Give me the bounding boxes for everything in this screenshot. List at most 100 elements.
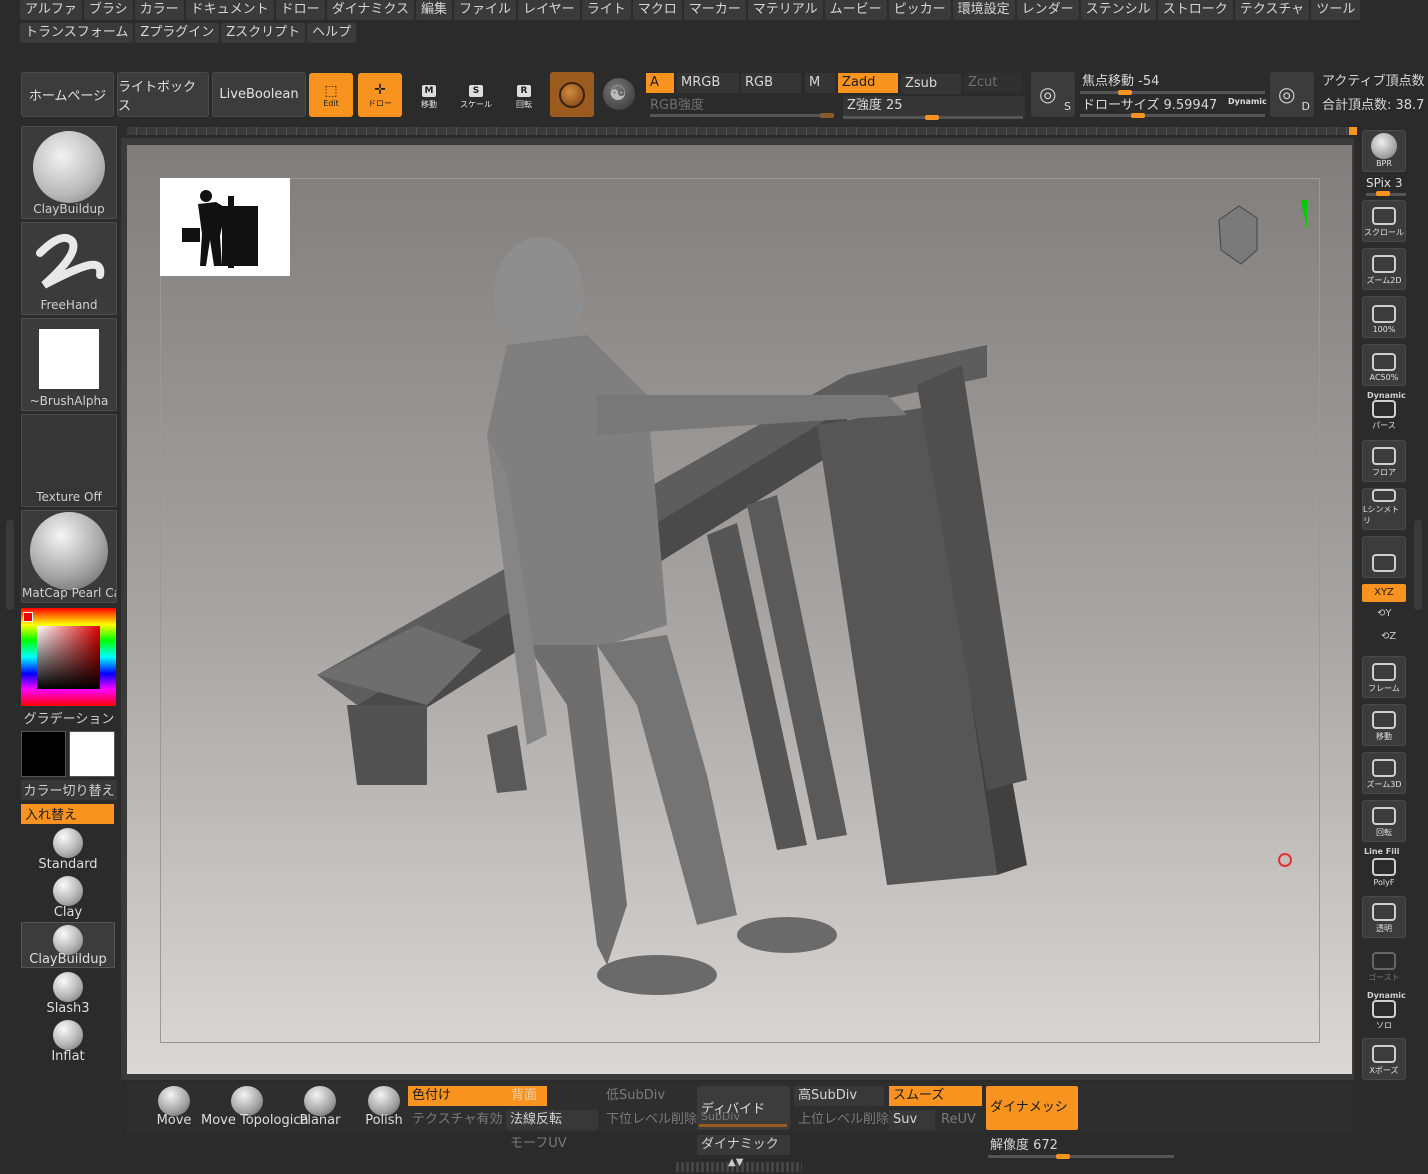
focal-shift-slider[interactable]: 焦点移動 -54 bbox=[1078, 72, 1266, 92]
menu-item[interactable]: Zスクリプト bbox=[221, 23, 306, 43]
resolution-slider[interactable]: 解像度 672 bbox=[986, 1136, 1176, 1156]
solo-button[interactable]: ソロ bbox=[1362, 992, 1406, 1034]
backface-toggle[interactable]: 背面 bbox=[507, 1086, 547, 1106]
menu-item[interactable]: Zプラグイン bbox=[135, 23, 220, 43]
menu-item[interactable]: ファイル bbox=[454, 0, 517, 20]
lock-button[interactable] bbox=[1362, 536, 1406, 578]
perspective-button[interactable]: パース bbox=[1362, 392, 1406, 434]
edit-button[interactable]: ⬚ Edit bbox=[309, 73, 353, 117]
left-tray-handle[interactable] bbox=[6, 520, 14, 610]
a-toggle[interactable]: A bbox=[646, 73, 674, 93]
frame-button[interactable]: フレーム bbox=[1362, 656, 1406, 698]
actual-size-button[interactable]: 100% bbox=[1362, 296, 1406, 338]
menu-item[interactable]: マーカー bbox=[683, 0, 746, 20]
menu-item[interactable]: ステンシル bbox=[1080, 0, 1156, 20]
dynamesh-button[interactable]: ダイナメッシュ bbox=[986, 1086, 1078, 1159]
rgb-toggle[interactable]: RGB bbox=[741, 73, 801, 93]
main-color-swatch[interactable] bbox=[21, 731, 66, 777]
smooth-toggle[interactable]: スムーズ bbox=[889, 1086, 982, 1106]
suv-toggle[interactable]: Suv bbox=[889, 1110, 935, 1130]
bpr-button[interactable]: BPR bbox=[1362, 130, 1406, 172]
menu-item[interactable]: マテリアル bbox=[747, 0, 823, 20]
draw-size-knob[interactable] bbox=[1131, 113, 1145, 118]
brush-inflat[interactable]: Inflat bbox=[21, 1018, 115, 1064]
menu-item[interactable]: ブラシ bbox=[83, 0, 133, 20]
zoom2d-button[interactable]: ズーム2D bbox=[1362, 248, 1406, 290]
draw-size-slider[interactable]: ドローサイズ 9.59947 bbox=[1078, 96, 1228, 116]
menu-item[interactable]: トランスフォーム bbox=[20, 23, 134, 43]
menu-item[interactable]: カラー bbox=[134, 0, 184, 20]
brush-slash3[interactable]: Slash3 bbox=[21, 970, 115, 1016]
zsub-toggle[interactable]: Zsub bbox=[901, 74, 961, 94]
menu-item[interactable]: レイヤー bbox=[518, 0, 580, 20]
zcut-toggle[interactable]: Zcut bbox=[964, 73, 1022, 93]
polyframe-button[interactable]: PolyF bbox=[1362, 848, 1406, 890]
sculptris-s-button[interactable]: ◎ スクロール S bbox=[1031, 72, 1075, 117]
menu-item[interactable]: ドキュメント bbox=[185, 0, 274, 20]
resolution-track[interactable] bbox=[988, 1155, 1174, 1158]
document-canvas[interactable] bbox=[127, 145, 1352, 1074]
brush-claybuildup[interactable]: ClayBuildup bbox=[21, 922, 115, 968]
m-toggle[interactable]: M bbox=[805, 73, 835, 93]
ghost-button[interactable]: ゴースト bbox=[1362, 944, 1406, 986]
reuv-toggle[interactable]: ReUV bbox=[937, 1110, 983, 1130]
texture-on-toggle[interactable]: テクスチャ有効 bbox=[408, 1110, 503, 1130]
menu-item[interactable]: ツール bbox=[1311, 0, 1361, 20]
material-selector[interactable]: MatCap Pearl Ca bbox=[21, 510, 117, 603]
menu-item[interactable]: レンダー bbox=[1016, 0, 1079, 20]
menu-item[interactable]: ピッカー bbox=[888, 0, 951, 20]
menu-item[interactable]: ムービー bbox=[824, 0, 887, 20]
floor-button[interactable]: フロア bbox=[1362, 440, 1406, 482]
draw-d-button[interactable]: ◎ D bbox=[1270, 72, 1314, 117]
morph-uv-button[interactable]: モーフUV bbox=[506, 1134, 598, 1154]
secondary-color-swatch[interactable] bbox=[69, 731, 115, 777]
rgb-intensity-slider[interactable]: RGB強度 bbox=[646, 96, 836, 116]
menu-item[interactable]: マクロ bbox=[632, 0, 682, 20]
spix-slider[interactable]: SPix 3 bbox=[1366, 176, 1402, 190]
menu-item[interactable]: ダイナミクス bbox=[326, 0, 415, 20]
brush-selector[interactable]: ClayBuildup bbox=[21, 126, 117, 219]
switch-color-button[interactable]: カラー切り替え bbox=[21, 780, 117, 800]
material-swatch-button[interactable] bbox=[550, 72, 594, 117]
menu-item[interactable]: ヘルプ bbox=[307, 23, 357, 43]
orientation-gizmo[interactable] bbox=[1207, 178, 1317, 280]
dynamic-subdiv-button[interactable]: ダイナミック bbox=[697, 1135, 790, 1155]
color-picker[interactable] bbox=[21, 608, 116, 706]
swap-button[interactable]: 入れ替え bbox=[21, 804, 114, 824]
scroll-button[interactable]: スクロール bbox=[1362, 200, 1406, 242]
bottom-brush-item[interactable]: Move bbox=[145, 1084, 203, 1128]
rgb-intensity-track[interactable] bbox=[650, 114, 834, 117]
delete-lower-button[interactable]: 下位レベル削除 bbox=[602, 1110, 697, 1130]
bottom-brush-item[interactable]: Move Topologica bbox=[201, 1084, 308, 1128]
hue-marker[interactable] bbox=[23, 612, 33, 622]
mrgb-toggle[interactable]: MRGB bbox=[677, 73, 739, 93]
brush-standard[interactable]: Standard bbox=[21, 826, 115, 872]
flip-normals-button[interactable]: 法線反転 bbox=[506, 1110, 598, 1130]
liveboolean-button[interactable]: LiveBoolean bbox=[212, 72, 306, 117]
bottom-brush-item[interactable]: Polish bbox=[355, 1084, 413, 1128]
alpha-selector[interactable]: ~BrushAlpha bbox=[21, 318, 117, 411]
z-intensity-slider[interactable]: Z強度 25 bbox=[843, 96, 1025, 116]
right-tray-handle[interactable] bbox=[1414, 520, 1422, 610]
xpose-button[interactable]: Xポーズ bbox=[1362, 1038, 1406, 1080]
homepage-button[interactable]: ホームページ bbox=[21, 72, 114, 117]
move-mode-button[interactable]: M 移動 bbox=[408, 76, 450, 118]
lightbox-button[interactable]: ライトボックス bbox=[117, 72, 209, 117]
local-symmetry-button[interactable]: Lシンメトリ bbox=[1362, 488, 1406, 530]
menu-item[interactable]: ドロー bbox=[275, 0, 325, 20]
spix-knob[interactable] bbox=[1376, 191, 1390, 196]
menu-item[interactable]: ライト bbox=[581, 0, 631, 20]
draw-mode-button[interactable]: ✛ ドロー bbox=[358, 73, 402, 117]
z-rotate-toggle[interactable]: ⟲Z bbox=[1381, 631, 1396, 642]
bottom-brush-item[interactable]: Planar bbox=[291, 1084, 349, 1128]
menu-item[interactable]: 編集 bbox=[416, 0, 453, 20]
higher-subdiv-button[interactable]: 高SubDiv bbox=[794, 1086, 884, 1106]
draw-size-track[interactable] bbox=[1080, 114, 1265, 117]
menu-item[interactable]: テクスチャ bbox=[1234, 0, 1310, 20]
zadd-toggle[interactable]: Zadd bbox=[838, 73, 898, 93]
colorize-toggle[interactable]: 色付け bbox=[408, 1086, 508, 1106]
menu-item[interactable]: アルファ bbox=[20, 0, 82, 20]
rotate-mode-button[interactable]: R 回転 bbox=[503, 76, 545, 118]
z-intensity-knob[interactable] bbox=[925, 115, 939, 120]
bottom-tray-handle[interactable]: ▲▼ bbox=[676, 1157, 802, 1172]
